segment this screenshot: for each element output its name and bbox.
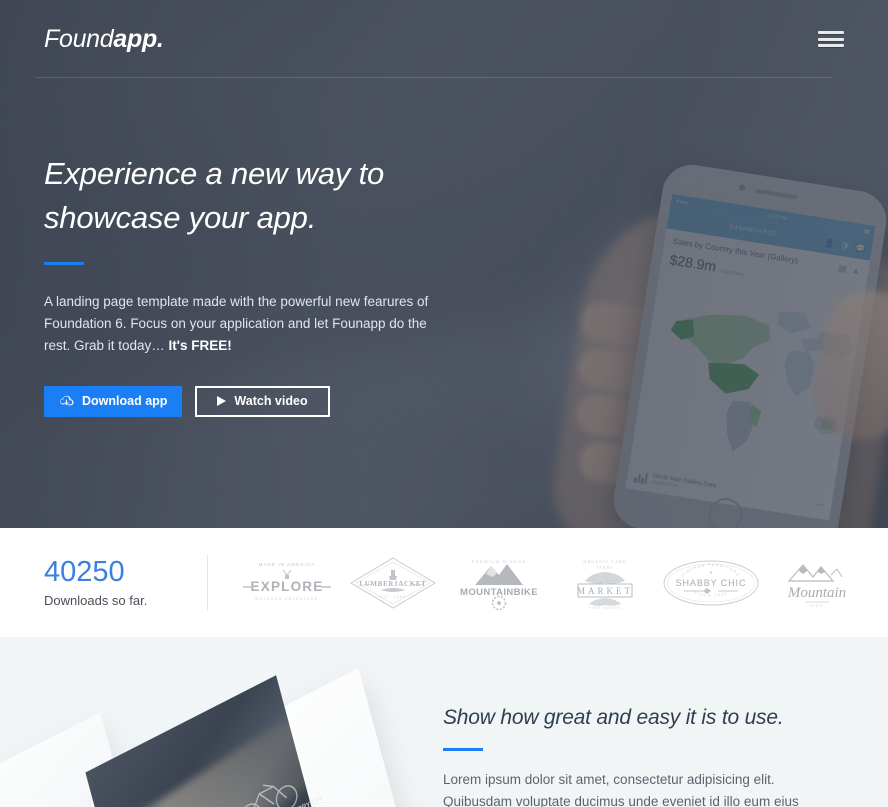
svg-text:MARKET: MARKET xyxy=(577,586,633,596)
hero-paragraph-emphasis: It's FREE! xyxy=(168,337,232,353)
watch-video-button[interactable]: Watch video xyxy=(195,385,330,417)
svg-text:SINCE 1928: SINCE 1928 xyxy=(693,590,728,597)
hero-section: ●●●●○ 3:09 PM ▮▮ ← DASHBOARDS 👤 🛡 💬 xyxy=(0,0,888,528)
svg-text:SHABBY CHIC: SHABBY CHIC xyxy=(676,578,747,588)
play-triangle-icon xyxy=(217,396,227,407)
hero-heading: Experience a new way to showcase your ap… xyxy=(44,152,474,240)
download-app-button-label: Download app xyxy=(82,394,168,409)
explore-logo[interactable]: MADE IN AMERICA EXPLORE OUTDOOR ADVENTUR… xyxy=(234,553,340,613)
cloud-download-icon xyxy=(59,395,74,407)
client-logos-row: MADE IN AMERICA EXPLORE OUTDOOR ADVENTUR… xyxy=(208,553,888,613)
svg-text:MADE IN AMERICA: MADE IN AMERICA xyxy=(259,562,316,567)
mountainbike-logo[interactable]: PREMIUM RIDERS MOUNTAINBIKE xyxy=(446,553,552,613)
showcase-content: Show how great and easy it is to use. Lo… xyxy=(443,706,863,807)
downloads-stat-number: 40250 xyxy=(44,555,125,588)
stats-band: 40250 Downloads so far. MADE IN AMERICA … xyxy=(0,528,888,637)
shabby-chic-logo[interactable]: VINTAGE FURNITURE ✖ SHABBY CHIC SINCE 19… xyxy=(658,553,764,613)
mockup-photo xyxy=(85,675,313,807)
market-logo[interactable]: ORGANIC CARE FARMS MARKET FINE GOODS xyxy=(552,553,658,613)
hamburger-bar xyxy=(818,44,844,47)
mountain-logo[interactable]: Mountain RIDE xyxy=(764,553,870,613)
downloads-stat-label: Downloads so far. xyxy=(44,593,148,609)
downloads-stat: 40250 Downloads so far. xyxy=(0,555,207,609)
svg-text:EXPLORE: EXPLORE xyxy=(251,579,324,594)
svg-text:PREMIUM RIDERS: PREMIUM RIDERS xyxy=(472,559,527,564)
showcase-accent-rule xyxy=(443,748,483,751)
logo-text-light: Found xyxy=(44,24,114,53)
svg-text:FINE GOODS: FINE GOODS xyxy=(589,606,621,610)
svg-text:RIDE: RIDE xyxy=(810,604,823,608)
landing-page: ●●●●○ 3:09 PM ▮▮ ← DASHBOARDS 👤 🛡 💬 xyxy=(0,0,888,807)
showcase-mockup-area: FOR THOSE WHO RIDE AND HAVE CARRY ON THE… xyxy=(0,637,432,807)
logo-text-bold: app. xyxy=(113,24,164,53)
svg-text:Mountain: Mountain xyxy=(787,585,846,601)
hero-content: Experience a new way to showcase your ap… xyxy=(44,152,474,417)
svg-text:ORGANIC CARE: ORGANIC CARE xyxy=(583,559,626,564)
svg-text:FARMS: FARMS xyxy=(597,566,614,570)
showcase-heading: Show how great and easy it is to use. xyxy=(443,706,784,729)
hamburger-bar xyxy=(818,31,844,34)
svg-text:OUTDOOR ADVENTURE: OUTDOOR ADVENTURE xyxy=(255,597,318,601)
lumberjacket-logo[interactable]: LUMBERJACKET EST. 1954 xyxy=(340,553,446,613)
hamburger-bar xyxy=(818,37,844,41)
site-logo[interactable]: Foundapp. xyxy=(44,25,164,54)
top-navigation-bar: Foundapp. xyxy=(0,0,888,78)
showcase-paragraph: Lorem ipsum dolor sit amet, consectetur … xyxy=(443,772,799,807)
download-app-button[interactable]: Download app xyxy=(44,385,183,417)
topbar-divider xyxy=(35,77,833,78)
hero-heading-line-2: showcase your app. xyxy=(44,200,317,236)
hero-heading-line-1: Experience a new way to xyxy=(44,156,385,191)
hero-button-group: Download app Watch video xyxy=(44,385,474,417)
watch-video-button-label: Watch video xyxy=(234,394,308,409)
hero-paragraph-text: A landing page template made with the po… xyxy=(44,294,429,353)
hamburger-menu-icon[interactable] xyxy=(818,29,844,49)
svg-text:EST. 1954: EST. 1954 xyxy=(380,595,406,599)
hero-paragraph: A landing page template made with the po… xyxy=(44,291,429,357)
svg-text:✖: ✖ xyxy=(709,570,713,575)
hero-accent-rule xyxy=(44,262,84,266)
